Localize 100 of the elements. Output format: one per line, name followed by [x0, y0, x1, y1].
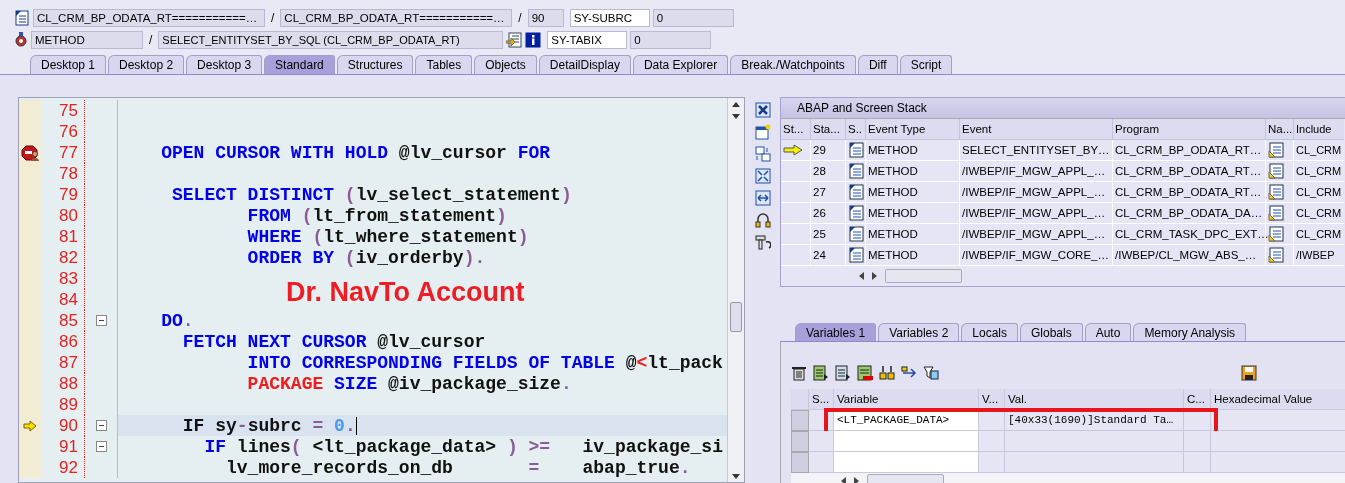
tab[interactable]: Data Explorer: [632, 55, 729, 74]
table-cell: METHOD: [866, 245, 960, 266]
tab[interactable]: Script: [899, 55, 953, 74]
close-icon[interactable]: [754, 102, 771, 118]
source-icon[interactable]: [1268, 163, 1284, 179]
table-cell: METHOD: [866, 224, 960, 245]
tab[interactable]: Tables: [415, 55, 473, 74]
new-window-icon[interactable]: [754, 124, 771, 140]
text-field[interactable]: 0: [652, 9, 734, 27]
column-header[interactable]: Na...: [1266, 119, 1294, 140]
column-header[interactable]: V...: [979, 389, 1005, 410]
table-cell: CL_CRM: [1294, 203, 1344, 224]
tab[interactable]: DetailDisplay: [538, 55, 631, 74]
code-text: FETCH NEXT CURSOR @lv_cursor: [181, 331, 486, 352]
table-cell: CL_CRM_BP_ODATA_DA…: [1113, 203, 1266, 224]
tab[interactable]: Locals: [961, 323, 1018, 341]
source-icon[interactable]: [1268, 247, 1284, 263]
tab[interactable]: Diff: [857, 55, 898, 74]
code-text: INTO CORRESPONDING FIELDS OF TABLE @<lt_pack: [246, 352, 723, 373]
tab[interactable]: Variables 2: [878, 323, 960, 341]
fullscreen-icon[interactable]: [754, 168, 771, 184]
list-icon[interactable]: [813, 365, 829, 381]
table-cell: 24: [811, 245, 846, 266]
table-cell: [979, 452, 1005, 473]
line-number: 88: [41, 373, 85, 394]
table-cell: [40x33(1690)]Standard Ta…: [1005, 410, 1184, 431]
annotation-text: Dr. NavTo Account: [286, 277, 525, 308]
input-field[interactable]: [834, 431, 979, 452]
tab[interactable]: Globals: [1020, 323, 1083, 341]
source-icon[interactable]: [1268, 205, 1284, 221]
tab[interactable]: Desktop 1: [30, 55, 107, 74]
code-editor[interactable]: [18, 97, 745, 483]
column-header[interactable]: S...: [809, 389, 834, 410]
table-cell: [1184, 452, 1211, 473]
text-field[interactable]: CL_CRM_BP_ODATA_RT===========…: [280, 9, 513, 27]
text-field[interactable]: SELECT_ENTITYSET_BY_SQL (CL_CRM_BP_ODATA_RT): [158, 31, 504, 49]
headset-icon[interactable]: [754, 212, 771, 228]
tab[interactable]: Auto: [1084, 323, 1132, 341]
input-field[interactable]: [834, 452, 979, 473]
code-text: SELECT DISTINCT (lv_select_statement): [171, 184, 572, 205]
code-text: lv_more_records_on_db = abap_true.: [225, 457, 691, 478]
tool-icon[interactable]: [754, 234, 771, 250]
panel-title: ABAP and Screen Stack: [781, 98, 1345, 119]
source-icon[interactable]: [1268, 142, 1284, 158]
collapse-icon[interactable]: [95, 420, 107, 431]
boxes-icon[interactable]: [879, 365, 895, 381]
text-field[interactable]: CL_CRM_BP_ODATA_RT===========…: [33, 9, 265, 27]
source-icon[interactable]: [1268, 184, 1284, 200]
table-cell: [809, 431, 834, 452]
source-icon[interactable]: [1268, 226, 1284, 242]
info-icon[interactable]: [525, 32, 542, 48]
collapse-icon[interactable]: [95, 441, 107, 452]
column-header[interactable]: Sta...: [811, 119, 846, 140]
gutter-cell: [19, 100, 41, 121]
swap-icon[interactable]: [754, 146, 771, 162]
save-icon[interactable]: [1241, 365, 1257, 381]
table-cell: CL_CRM: [1294, 161, 1344, 182]
tab[interactable]: Break./Watchpoints: [730, 55, 856, 74]
column-header[interactable]: Val.: [1005, 389, 1184, 410]
line-number: 90: [41, 415, 85, 436]
line-number: 75: [41, 100, 85, 121]
text-field[interactable]: METHOD: [31, 31, 143, 49]
tab[interactable]: Variables 1: [795, 323, 877, 341]
tab[interactable]: Structures: [336, 55, 414, 74]
table-cell: CL_CRM_BP_ODATA_RT…: [1113, 140, 1266, 161]
gutter-cell: [19, 163, 41, 184]
table-cell: CL_CRM_BP_ODATA_RT…: [1113, 161, 1266, 182]
list-icon[interactable]: [835, 365, 851, 381]
separator-text: /: [517, 11, 523, 25]
collapse-icon[interactable]: [95, 315, 107, 326]
code-text: WHERE (lt_where_statement): [246, 226, 529, 247]
input-field[interactable]: <LT_PACKAGE_DATA>: [834, 410, 979, 431]
column-header[interactable]: Include: [1294, 119, 1344, 140]
text-field[interactable]: 0: [630, 31, 712, 49]
text-field[interactable]: 90: [527, 9, 564, 27]
table-cell: [979, 431, 1005, 452]
table-cell: CL_CRM_BP_ODATA_RT…: [1113, 182, 1266, 203]
trash-icon[interactable]: [791, 365, 807, 381]
column-header[interactable]: Event: [960, 119, 1113, 140]
column-header[interactable]: Variable: [834, 389, 979, 410]
tab[interactable]: Objects: [474, 55, 537, 74]
width-icon[interactable]: [754, 190, 771, 206]
scrollbar[interactable]: [727, 98, 744, 482]
column-header[interactable]: Hexadecimal Value: [1211, 389, 1345, 410]
column-header[interactable]: Event Type: [866, 119, 960, 140]
navigate-icon[interactable]: [506, 32, 523, 48]
line-number: 78: [41, 163, 85, 184]
column-header[interactable]: S..: [846, 119, 866, 140]
tab[interactable]: Standard: [264, 55, 335, 74]
line-number: 92: [41, 457, 85, 478]
column-header[interactable]: C...: [1184, 389, 1211, 410]
column-header[interactable]: Program: [1113, 119, 1266, 140]
filter-icon[interactable]: [923, 365, 939, 381]
line-number: 76: [41, 121, 85, 142]
tab[interactable]: Desktop 3: [186, 55, 263, 74]
tab[interactable]: Memory Analysis: [1133, 323, 1247, 341]
line-number: 83: [41, 268, 85, 289]
separator-text: /: [148, 33, 154, 47]
column-header[interactable]: St...: [781, 119, 811, 140]
tab[interactable]: Desktop 2: [108, 55, 185, 74]
